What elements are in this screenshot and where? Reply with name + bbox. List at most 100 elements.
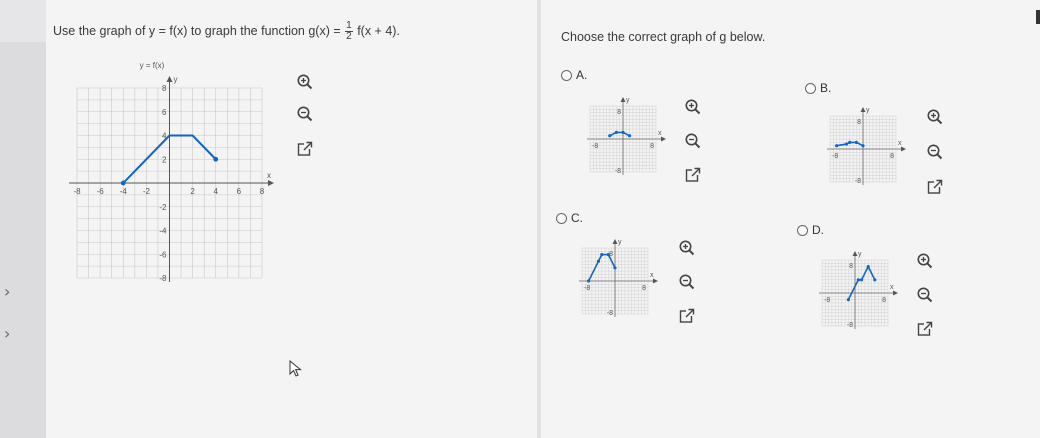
y-axis-arrow (612, 239, 618, 244)
y-tick-label: -4 (159, 227, 167, 236)
option-label: B. (820, 81, 832, 95)
chevron-right-icon[interactable]: › (4, 282, 10, 301)
option-c[interactable]: C. (556, 211, 583, 225)
point-dot (854, 140, 858, 144)
point-dot (600, 253, 604, 257)
y-axis-label: y (858, 251, 862, 258)
option-a-graph: yx8-8 8-8 (587, 97, 666, 175)
option-d-graph: yx8-8 8-8 (819, 251, 898, 329)
x-tick-label: 6 (237, 187, 242, 196)
tick-label: -8 (824, 297, 830, 304)
zoom-out-icon[interactable] (926, 143, 944, 166)
y-axis-label: y (866, 107, 870, 114)
zoom-out-icon[interactable] (684, 132, 702, 155)
y-axis-arrow (620, 97, 626, 102)
tick-label: -8 (855, 178, 861, 185)
point-dot (860, 278, 864, 282)
question-text: Use the graph of y = f(x) to graph the f… (53, 21, 400, 42)
point-dot (587, 279, 591, 283)
popout-icon[interactable] (916, 320, 934, 343)
answer-prompt: Choose the correct graph of g below. (561, 30, 766, 44)
tick-label: -8 (615, 168, 621, 175)
zoom-in-icon[interactable] (678, 239, 696, 262)
point-dot (846, 298, 850, 302)
popout-icon[interactable] (684, 166, 702, 189)
point-dot (856, 278, 860, 282)
x-axis-label: x (898, 140, 902, 147)
y-axis-label: y (174, 75, 178, 84)
x-axis-arrow (893, 290, 898, 296)
zoom-in-icon[interactable] (296, 73, 314, 96)
point-dot (608, 134, 612, 138)
graph-title: y = f(x) (140, 61, 165, 70)
zoom-in-icon[interactable] (916, 252, 934, 275)
x-axis-arrow (268, 180, 274, 186)
option-label: A. (576, 68, 588, 82)
popout-icon[interactable] (926, 178, 944, 201)
option-a[interactable]: A. (561, 68, 587, 82)
answer-panel (541, 0, 1040, 438)
y-axis-label: y (618, 239, 622, 246)
x-axis-arrow (901, 146, 906, 152)
option-b[interactable]: B. (805, 81, 831, 95)
tick-label: 8 (890, 153, 894, 160)
point-dot (621, 130, 625, 134)
endpoint-dot (213, 156, 219, 162)
x-tick-label: 8 (260, 187, 265, 196)
zoom-in-icon[interactable] (926, 108, 944, 131)
y-axis-label: y (626, 97, 630, 104)
zoom-in-icon[interactable] (684, 98, 702, 121)
y-axis-arrow (852, 251, 858, 256)
left-nav-block (0, 0, 46, 42)
tick-label: -8 (832, 153, 838, 160)
zoom-out-icon[interactable] (296, 105, 314, 128)
point-dot (596, 259, 601, 263)
y-tick-label: 6 (162, 108, 167, 117)
point-dot (613, 266, 617, 270)
x-axis-arrow (661, 136, 666, 142)
radio-button[interactable] (797, 224, 808, 236)
tick-label: 8 (650, 143, 654, 150)
y-axis-arrow (860, 107, 866, 112)
option-label: D. (812, 223, 824, 237)
tick-label: 8 (857, 119, 861, 126)
x-tick-label: -8 (73, 187, 81, 196)
option-label: C. (571, 211, 583, 225)
x-axis-arrow (653, 278, 658, 284)
tick-label: -8 (607, 310, 613, 317)
y-tick-label: 8 (162, 84, 167, 93)
y-tick-label: 2 (162, 155, 167, 164)
option-d[interactable]: D. (797, 223, 824, 237)
x-axis-label: x (650, 272, 654, 279)
point-dot (628, 134, 632, 138)
tick-label: -8 (592, 143, 598, 150)
point-dot (614, 130, 618, 134)
chevron-right-icon[interactable]: › (4, 324, 10, 343)
y-tick-label: -6 (159, 250, 167, 259)
tick-label: 8 (882, 297, 886, 304)
radio-button[interactable] (805, 82, 816, 94)
point-dot (861, 144, 865, 148)
question-suffix: f(x + 4). (357, 23, 400, 38)
question-prefix: Use the graph of y = f(x) to graph the f… (53, 23, 341, 38)
x-tick-label: -4 (120, 187, 128, 196)
option-b-graph: yx8-8 8-8 (827, 107, 906, 185)
popout-icon[interactable] (678, 307, 696, 330)
popout-icon[interactable] (296, 140, 314, 163)
edge-marker (1036, 10, 1040, 24)
point-dot (866, 265, 870, 269)
tick-label: 8 (617, 109, 621, 116)
x-tick-label: -6 (97, 187, 105, 196)
radio-button[interactable] (561, 69, 572, 81)
zoom-out-icon[interactable] (916, 286, 934, 309)
endpoint-dot (120, 180, 126, 186)
x-tick-label: 2 (190, 187, 195, 196)
tick-label: -8 (847, 322, 853, 329)
point-dot (873, 278, 877, 282)
y-tick-label: -8 (159, 274, 167, 283)
radio-button[interactable] (556, 212, 567, 224)
zoom-out-icon[interactable] (678, 273, 696, 296)
tick-label: 8 (849, 263, 853, 270)
x-axis-label: x (267, 171, 271, 180)
x-tick-label: -2 (143, 187, 151, 196)
